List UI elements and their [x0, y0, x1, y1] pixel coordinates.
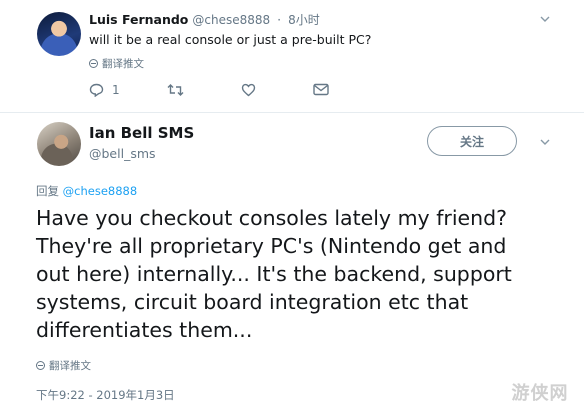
reply-time[interactable]: 8小时 [288, 13, 320, 27]
avatar-ian-bell[interactable] [37, 122, 81, 166]
like-button[interactable] [241, 83, 256, 97]
tweet-divider [0, 112, 584, 113]
tweet-text-line: Have you checkout consoles lately my fri… [36, 206, 508, 230]
avatar-luis-fernando[interactable] [37, 12, 81, 56]
tweet-text-line: systems, circuit board integration etc t… [36, 290, 469, 314]
reply-tweet-text: will it be a real console or just a pre-… [89, 32, 372, 47]
translate-label: 翻译推文 [102, 58, 144, 70]
tweet-text-line: out here) internally... It's the backend… [36, 262, 512, 286]
globe-icon [36, 361, 45, 370]
replying-mention-link[interactable]: @chese8888 [63, 184, 138, 198]
tweet-action-bar: 1 [89, 83, 329, 103]
tweet-text-line: They're all proprietary PC's (Nintendo g… [36, 234, 507, 258]
separator-dot: · [277, 12, 282, 27]
reply-author-handle[interactable]: @chese8888 [192, 13, 270, 27]
heart-icon [241, 83, 256, 97]
reply-icon [89, 83, 104, 97]
retweet-button[interactable] [167, 83, 184, 97]
globe-icon [89, 59, 98, 68]
replying-prefix: 回复 [36, 184, 59, 198]
translate-label: 翻译推文 [49, 360, 91, 372]
tweet-text-line: differentiates them... [36, 318, 253, 342]
chevron-down-icon[interactable] [540, 137, 550, 147]
translate-tweet-link[interactable]: 翻译推文 [36, 358, 91, 373]
main-author-name[interactable]: Ian Bell SMS [89, 124, 194, 142]
direct-message-button[interactable] [313, 83, 329, 96]
reply-author-name[interactable]: Luis Fernando [89, 12, 188, 27]
chevron-down-icon[interactable] [540, 14, 550, 24]
main-tweet-text: Have you checkout consoles lately my fri… [36, 204, 576, 344]
main-author-handle[interactable]: @bell_sms [89, 146, 156, 161]
reply-count: 1 [112, 83, 120, 97]
translate-tweet-link[interactable]: 翻译推文 [89, 56, 144, 71]
reply-tweet-header: Luis Fernando @chese8888 · 8小时 [89, 11, 320, 28]
envelope-icon [313, 83, 329, 96]
tweet-timestamp[interactable]: 下午9:22 - 2019年1月3日 [36, 387, 175, 403]
site-watermark: 游侠网 [511, 383, 569, 404]
replying-to: 回复 @chese8888 [36, 183, 137, 199]
reply-button[interactable]: 1 [89, 83, 120, 97]
follow-button[interactable]: 关注 [427, 126, 517, 156]
retweet-icon [167, 84, 184, 96]
